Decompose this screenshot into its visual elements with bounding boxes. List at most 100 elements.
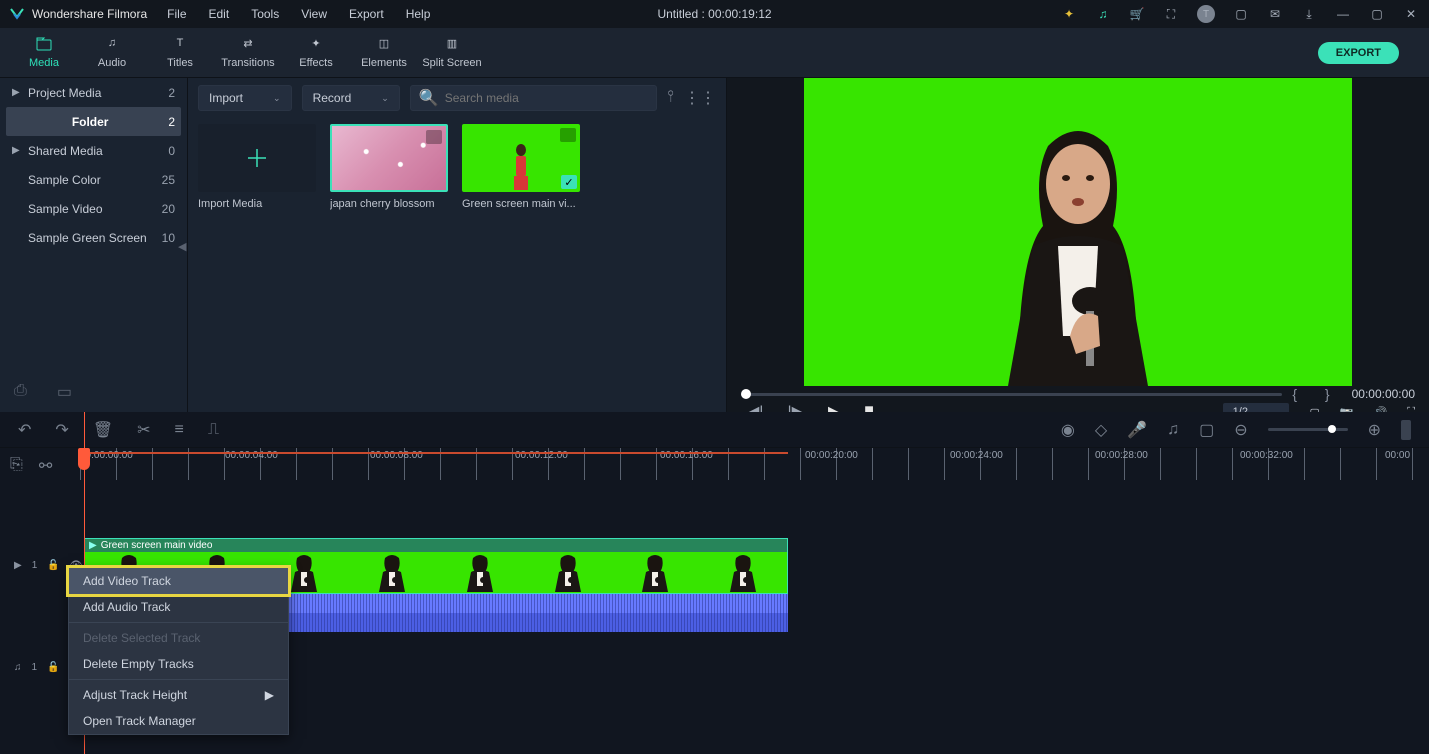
menu-edit[interactable]: Edit — [209, 7, 230, 21]
record-dropdown[interactable]: Record ⌄ — [302, 85, 400, 111]
grid-view-icon[interactable]: ⋮⋮ — [684, 88, 716, 108]
cut-icon[interactable]: ✂ — [137, 420, 150, 440]
mic-icon[interactable]: 🎤 — [1127, 420, 1147, 440]
progress-track[interactable] — [741, 393, 1282, 396]
sidebar-item-shared-media[interactable]: ▶ Shared Media 0 — [0, 136, 187, 165]
tab-titles[interactable]: T Titles — [146, 37, 214, 69]
marker-braces-icon[interactable]: { } — [1292, 386, 1341, 402]
crop-icon[interactable]: ▢ — [1199, 420, 1214, 440]
audio-sync-icon[interactable]: ⎍ — [208, 421, 219, 439]
playhead-grip-icon[interactable] — [78, 448, 90, 470]
lock-icon[interactable]: 🔓 — [47, 560, 59, 571]
timeline-chain-icon[interactable]: ⚯ — [39, 456, 52, 476]
marker-icon[interactable]: ◇ — [1095, 420, 1107, 440]
redo-icon[interactable]: ↷ — [55, 420, 68, 440]
menu-separator — [69, 622, 288, 623]
sidebar-item-project-media[interactable]: ▶ Project Media 2 — [0, 78, 187, 107]
menu-view[interactable]: View — [301, 7, 327, 21]
import-media-label: Import Media — [198, 198, 316, 210]
filter-icon[interactable]: ⫯ — [667, 88, 674, 108]
new-folder-icon[interactable]: ⎙ — [14, 382, 27, 402]
timeline-link-icon[interactable]: ⎘ — [10, 456, 23, 476]
preview-time: 00:00:00:00 — [1352, 387, 1415, 401]
tab-split-screen[interactable]: ▥ Split Screen — [418, 37, 486, 69]
menu-add-audio-track[interactable]: Add Audio Track — [69, 594, 288, 620]
tab-effects[interactable]: ✦ Effects — [282, 37, 350, 69]
menu-export[interactable]: Export — [349, 7, 384, 21]
close-icon[interactable]: ✕ — [1403, 6, 1419, 22]
ruler-time-label: 00:00:32:00 — [1240, 450, 1293, 461]
split-icon: ▥ — [418, 37, 486, 55]
save-icon[interactable]: ▢ — [1233, 6, 1249, 22]
menu-tools[interactable]: Tools — [251, 7, 279, 21]
render-icon[interactable]: ◉ — [1061, 420, 1075, 440]
media-sidebar: ▶ Project Media 2 Folder 2 ▶ Shared Medi… — [0, 78, 188, 412]
export-button[interactable]: EXPORT — [1318, 42, 1399, 64]
video-badge-icon — [560, 128, 576, 142]
menu-adjust-track-height[interactable]: Adjust Track Height▶ — [69, 682, 288, 708]
idea-icon[interactable]: ✦ — [1061, 6, 1077, 22]
plus-icon — [246, 147, 268, 169]
preview-progress: { } 00:00:00:00 — [727, 386, 1429, 402]
menu-open-track-manager[interactable]: Open Track Manager — [69, 708, 288, 734]
menu-add-video-track[interactable]: Add Video Track — [69, 568, 288, 594]
track-context-menu: Add Video Track Add Audio Track Delete S… — [68, 567, 289, 735]
zoom-in-icon[interactable]: ⊕ — [1368, 420, 1381, 440]
music-icon: ♫ — [78, 37, 146, 55]
maximize-icon[interactable]: ▢ — [1369, 6, 1385, 22]
tab-transitions[interactable]: ⇄ Transitions — [214, 37, 282, 69]
folder-icon[interactable]: ▭ — [57, 382, 72, 402]
headphones-icon[interactable]: ♫ — [1095, 6, 1111, 22]
preview-figure — [938, 106, 1218, 386]
sidebar-item-sample-green-screen[interactable]: Sample Green Screen 10 — [0, 223, 187, 252]
preview-viewport[interactable] — [727, 78, 1429, 386]
cart-icon[interactable]: 🛒 — [1129, 6, 1145, 22]
search-input[interactable] — [445, 91, 648, 105]
timeline-toolbar: ↶ ↷ 🗑 ✂ ≡ ⎍ ◉ ◇ 🎤 ♫ ▢ ⊖ ⊕ — [0, 412, 1429, 448]
sidebar-item-sample-color[interactable]: Sample Color 25 — [0, 165, 187, 194]
zoom-slider[interactable] — [1268, 428, 1348, 431]
mail-icon[interactable]: ✉ — [1267, 6, 1283, 22]
menu-help[interactable]: Help — [406, 7, 431, 21]
zoom-knob[interactable] — [1328, 425, 1336, 433]
video-track-icon: ▶ — [14, 560, 22, 571]
lock-icon[interactable]: 🔓 — [47, 662, 59, 673]
search-icon: 🔍 — [419, 88, 439, 108]
avatar-icon[interactable]: T — [1197, 5, 1215, 23]
minimize-icon[interactable]: — — [1335, 6, 1351, 22]
workspace-tabs: Media ♫ Audio T Titles ⇄ Transitions ✦ E… — [0, 28, 1429, 78]
progress-thumb[interactable] — [741, 389, 751, 399]
mixer-icon[interactable]: ♫ — [1167, 421, 1179, 439]
download-icon[interactable]: ⤓ — [1301, 6, 1317, 22]
gift-icon[interactable]: ⛶ — [1163, 6, 1179, 22]
undo-icon[interactable]: ↶ — [18, 420, 31, 440]
menu-file[interactable]: File — [167, 7, 186, 21]
video-frame — [804, 78, 1352, 386]
menu-separator — [69, 679, 288, 680]
sidebar-item-folder[interactable]: Folder 2 — [6, 107, 181, 136]
clip-play-icon: ▶ — [89, 540, 97, 551]
search-box[interactable]: 🔍 — [410, 85, 657, 111]
media-thumb-greenscreen[interactable]: ✓ — [462, 124, 580, 192]
import-media-tile[interactable] — [198, 124, 316, 192]
tab-media[interactable]: Media — [10, 37, 78, 69]
ruler-time-label: 00:00:24:00 — [950, 450, 1003, 461]
tab-audio[interactable]: ♫ Audio — [78, 37, 146, 69]
clip-thumb-frame — [524, 552, 612, 592]
clip-thumb-frame — [699, 552, 787, 592]
clip-thumb-frame — [612, 552, 700, 592]
sidebar-item-sample-video[interactable]: Sample Video 20 — [0, 194, 187, 223]
import-dropdown[interactable]: Import ⌄ — [198, 85, 292, 111]
adjust-icon[interactable]: ≡ — [175, 421, 184, 439]
chevron-right-icon: ▶ — [12, 87, 28, 98]
media-thumb-cherry[interactable] — [330, 124, 448, 192]
timeline-settings-icon[interactable] — [1401, 420, 1411, 440]
ruler-time-label: 00:00:20:00 — [805, 450, 858, 461]
tab-elements[interactable]: ◫ Elements — [350, 37, 418, 69]
elements-icon: ◫ — [350, 37, 418, 55]
zoom-out-icon[interactable]: ⊖ — [1234, 420, 1247, 440]
collapse-sidebar-icon[interactable]: ◀ — [178, 240, 186, 253]
media-panel: Import ⌄ Record ⌄ 🔍 ⫯ ⋮⋮ Import Media — [188, 78, 727, 412]
menu-delete-empty-tracks[interactable]: Delete Empty Tracks — [69, 651, 288, 677]
delete-icon[interactable]: 🗑 — [93, 420, 113, 440]
